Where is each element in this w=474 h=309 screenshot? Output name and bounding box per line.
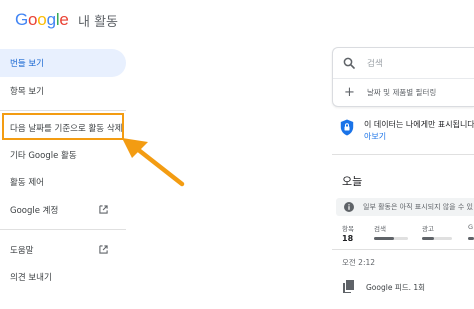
sidebar-item-feedback[interactable]: 의견 보내기: [0, 263, 126, 291]
divider: [332, 154, 474, 155]
stat-label-search: 검색: [374, 225, 386, 233]
open-in-new-icon: [99, 245, 108, 254]
stat-bar-ads: [422, 237, 452, 240]
stat-bar-fill: [422, 237, 434, 240]
activity-time: 오전 2:12: [342, 258, 376, 267]
filter-label: 날짜 및 제품별 필터링: [367, 88, 437, 97]
divider: [332, 249, 474, 250]
sidebar-item-bundle-view[interactable]: 번들 보기: [0, 49, 126, 77]
shield-lock-icon: [340, 119, 354, 136]
page-title: 내 활동: [78, 15, 119, 30]
privacy-notice: 이 데이터는 나에게만 표시됩니다.: [364, 120, 474, 129]
activity-item-google-feed[interactable]: Google 피드. 1회: [366, 282, 425, 293]
search-bar[interactable]: 검색: [333, 48, 474, 79]
section-title-today: 오늘: [342, 175, 363, 188]
search-card: 검색 + 날짜 및 제품별 필터링: [332, 47, 474, 107]
stat-bar-fill: [468, 237, 474, 240]
sidebar-item-google-account[interactable]: Google 계정: [0, 196, 126, 224]
info-text: 일부 활동은 아직 표시되지 않을 수 있: [363, 203, 473, 211]
stat-value-items: 18: [342, 234, 354, 243]
stat-label-items: 항목: [342, 225, 354, 233]
sidebar: 번들 보기 항목 보기 다음 날짜를 기준으로 활동 삭제 기타 Google …: [0, 44, 130, 309]
sidebar-item-label: 도움말: [10, 246, 34, 256]
info-banner: 일부 활동은 아직 표시되지 않을 수 있: [336, 198, 474, 216]
search-icon: [343, 57, 355, 69]
arrow-annotation-icon: [122, 138, 185, 187]
info-icon: [344, 202, 354, 212]
document-icon: [343, 280, 354, 293]
stat-label-g: G: [468, 223, 474, 231]
stat-bar-g: [468, 237, 474, 240]
plus-icon: +: [344, 85, 355, 100]
filter-button[interactable]: + 날짜 및 제품별 필터링: [333, 78, 474, 107]
sidebar-divider: [0, 110, 126, 111]
learn-more-link[interactable]: 아보기: [364, 131, 386, 142]
sidebar-item-help[interactable]: 도움말: [0, 236, 126, 264]
stat-label-ads: 광고: [422, 225, 434, 233]
google-logo[interactable]: Google: [15, 10, 69, 30]
search-input[interactable]: 검색: [367, 57, 383, 69]
stat-bar-fill: [374, 237, 394, 240]
open-in-new-icon: [99, 205, 108, 214]
sidebar-divider: [0, 229, 126, 230]
stat-bar-search: [374, 237, 408, 240]
sidebar-item-activity-controls[interactable]: 활동 제어: [0, 168, 126, 196]
sidebar-item-label: Google 계정: [10, 206, 59, 216]
highlight-box: [2, 113, 124, 140]
sidebar-item-item-view[interactable]: 항목 보기: [0, 77, 126, 105]
sidebar-item-other-activity[interactable]: 기타 Google 활동: [0, 141, 126, 169]
